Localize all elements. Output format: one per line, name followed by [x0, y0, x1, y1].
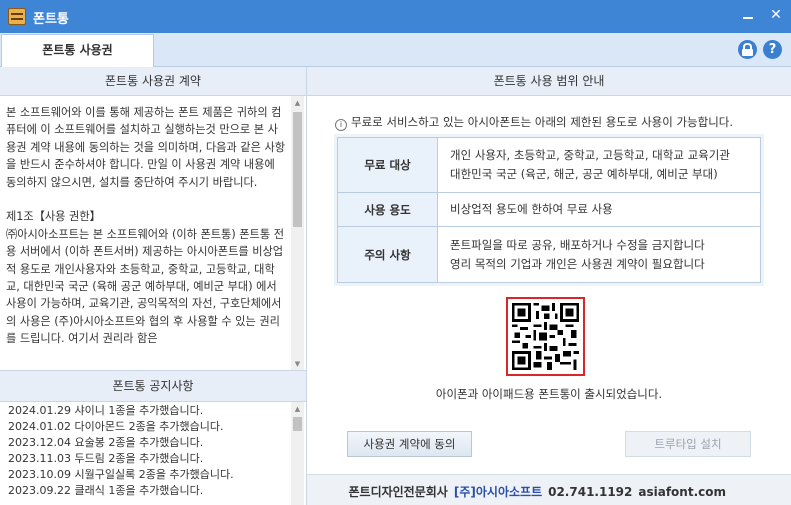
footer-brand: [주]아시아소프트 — [453, 485, 543, 499]
table-value: 비상업적 용도에 한하여 무료 사용 — [437, 192, 761, 227]
info-text: 무료로 서비스하고 있는 아시아폰트는 아래의 제한된 용도로 사용이 가능합니… — [351, 115, 734, 129]
table-row: 무료 대상 개인 사용자, 초등학교, 중학교, 고등학교, 대학교 교육기관 … — [337, 137, 761, 193]
tab-strip: 폰트통 사용권 — [0, 33, 791, 68]
license-text: 본 소프트웨어와 이를 통해 제공하는 폰트 제품은 귀하의 컴퓨터에 이 소프… — [6, 106, 286, 346]
app-icon — [8, 8, 26, 25]
list-item: 2023.09.22 클래식 1종을 추가했습니다. — [8, 484, 204, 497]
table-key: 무료 대상 — [337, 137, 438, 193]
install-truetype-button[interactable]: 트루타입 설치 — [625, 431, 751, 457]
footer: 폰트디자인전문회사 [주]아시아소프트 02.741.1192 asiafont.co… — [307, 474, 791, 505]
scroll-down-icon[interactable]: ▼ — [291, 358, 304, 370]
agree-button[interactable]: 사용권 계약에 동의 — [347, 431, 472, 457]
close-button[interactable]: ✕ — [764, 4, 788, 26]
release-note: 아이폰과 아이패드용 폰트통이 출시되었습니다. — [435, 387, 663, 401]
right-panel: 폰트통 사용 범위 안내 i 무료로 서비스하고 있는 아시아폰트는 아래의 제한… — [307, 67, 791, 505]
scroll-up-icon[interactable]: ▲ — [291, 403, 304, 415]
usage-table: 무료 대상 개인 사용자, 초등학교, 중학교, 고등학교, 대학교 교육기관 … — [334, 134, 764, 286]
notice-scrollbar[interactable]: ▲ — [291, 402, 304, 505]
table-value-line: 영리 목적의 기업과 개인은 사용권 계약이 필요합니다 — [450, 256, 705, 271]
footer-phone: 02.741.1192 — [548, 485, 633, 499]
minimize-icon — [743, 17, 753, 19]
table-value-line: 대한민국 국군 (육군, 해군, 공군 예하부대, 예비군 부대) — [450, 167, 718, 181]
footer-company: 폰트디자인전문회사 — [348, 485, 448, 499]
license-text-box[interactable]: 본 소프트웨어와 이를 통해 제공하는 폰트 제품은 귀하의 컴퓨터에 이 소프… — [0, 96, 306, 371]
license-scroll-thumb[interactable] — [293, 112, 302, 227]
notice-header: 폰트통 공지사항 — [0, 370, 306, 402]
table-value: 폰트파일을 따로 공유, 배포하거나 수정을 금지합니다 영리 목적의 기업과 … — [437, 226, 761, 283]
table-value: 개인 사용자, 초등학교, 중학교, 고등학교, 대학교 교육기관 대한민국 국… — [437, 137, 761, 193]
scroll-up-icon[interactable]: ▲ — [291, 97, 304, 109]
list-item: 2023.10.09 시월구일실록 2종을 추가했습니다. — [8, 468, 234, 481]
footer-site: asiafont.com — [638, 485, 726, 499]
notice-list[interactable]: 2024.01.29 샤이니 1종을 추가했습니다. 2024.01.02 다이… — [0, 402, 306, 505]
table-row: 주의 사항 폰트파일을 따로 공유, 배포하거나 수정을 금지합니다 영리 목적… — [337, 226, 761, 283]
table-key: 주의 사항 — [337, 226, 438, 283]
license-header: 폰트통 사용권 계약 — [0, 67, 306, 96]
info-icon: i — [335, 119, 347, 131]
license-scrollbar[interactable]: ▲ ▼ — [291, 96, 304, 371]
lock-icon[interactable] — [738, 40, 757, 59]
notice-scroll-thumb[interactable] — [293, 417, 302, 431]
list-item: 2023.12.04 요술봉 2종을 추가했습니다. — [8, 436, 204, 449]
table-value-line: 폰트파일을 따로 공유, 배포하거나 수정을 금지합니다 — [450, 237, 705, 252]
list-item: 2024.01.02 다이아몬드 2종을 추가했습니다. — [8, 420, 224, 433]
tab-license[interactable]: 폰트통 사용권 — [1, 34, 154, 68]
footer-text: 폰트디자인전문회사 [주]아시아소프트 02.741.1192 asiafont.co… — [348, 483, 726, 500]
info-line: i 무료로 서비스하고 있는 아시아폰트는 아래의 제한된 용도로 사용이 가능합… — [335, 114, 733, 131]
table-value-line: 개인 사용자, 초등학교, 중학교, 고등학교, 대학교 교육기관 — [450, 148, 730, 162]
list-item: 2024.01.29 샤이니 1종을 추가했습니다. — [8, 404, 204, 417]
table-row: 사용 용도 비상업적 용도에 한하여 무료 사용 — [337, 192, 761, 227]
title-bar: 폰트통 ✕ — [0, 0, 791, 33]
list-item: 2023.11.03 두드림 2종을 추가했습니다. — [8, 452, 204, 465]
table-value-line: 비상업적 용도에 한하여 무료 사용 — [450, 202, 613, 216]
minimize-button[interactable] — [736, 4, 760, 26]
table-key: 사용 용도 — [337, 192, 438, 227]
qr-code — [506, 297, 585, 376]
qr-code-image — [512, 303, 579, 370]
left-panel: 폰트통 사용권 계약 본 소프트웨어와 이를 통해 제공하는 폰트 제품은 귀하… — [0, 67, 307, 505]
help-icon[interactable]: ? — [763, 40, 782, 59]
window-title: 폰트통 — [33, 12, 69, 27]
usage-header: 폰트통 사용 범위 안내 — [307, 67, 791, 96]
